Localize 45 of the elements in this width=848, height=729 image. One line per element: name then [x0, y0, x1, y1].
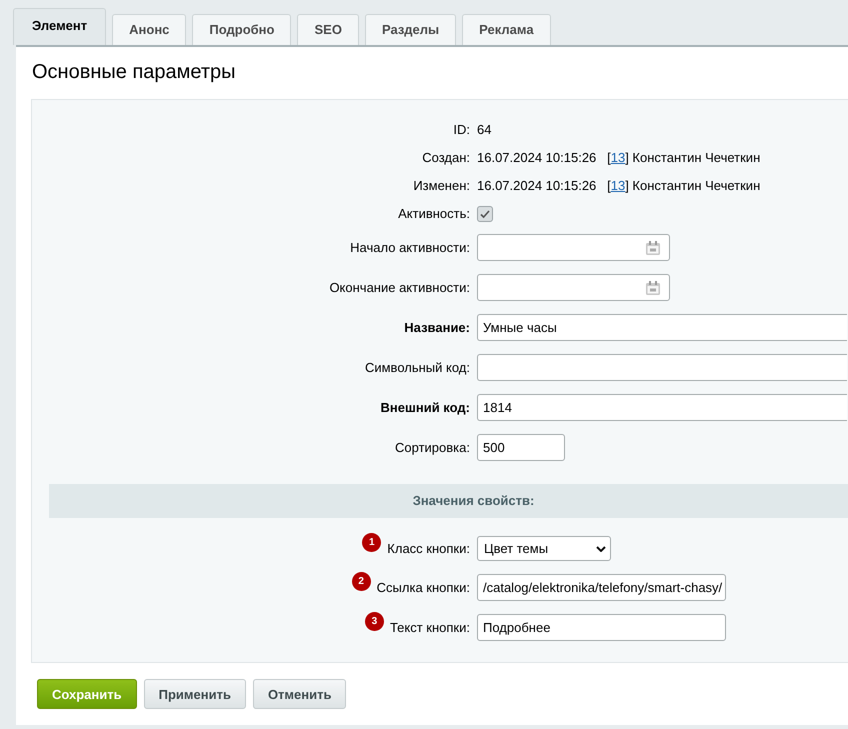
date-field[interactable] — [477, 274, 670, 301]
field-label: Ссылка кнопки: — [376, 580, 470, 595]
field-label: Создан: — [422, 150, 470, 165]
field-label: Класс кнопки: — [387, 541, 470, 556]
input-field[interactable]: /catalog/elektronika/telefony/smart-chasy/ — [477, 574, 726, 601]
user-link[interactable]: 13 — [610, 150, 626, 165]
field-label: Символьный код: — [364, 360, 470, 375]
calendar-icon[interactable] — [645, 240, 661, 256]
field-label: ID: — [453, 122, 470, 137]
number-badge: 3 — [364, 612, 384, 631]
tab[interactable]: Разделы — [364, 14, 456, 45]
field-label: Изменен: — [413, 178, 470, 193]
field-label: Внешний код: — [380, 400, 470, 415]
section-heading: Основные параметры — [31, 60, 237, 85]
checkbox[interactable] — [477, 206, 493, 222]
button[interactable]: Применить — [144, 679, 246, 709]
input-field[interactable] — [477, 354, 847, 381]
tab[interactable]: Анонс — [112, 14, 186, 45]
tab[interactable]: Элемент — [13, 8, 106, 45]
field-label: Сортировка: — [395, 440, 470, 455]
field-value: 16.07.2024 10:15:26 [13] Константин Чечеткин — [477, 150, 760, 165]
input-field[interactable]: 500 — [477, 434, 565, 461]
field-label: Текст кнопки: — [390, 620, 470, 635]
field-label: Название: — [404, 320, 470, 335]
field-label: Активность: — [398, 206, 470, 221]
input-field[interactable]: 1814 — [477, 394, 847, 421]
caret-icon — [596, 546, 606, 552]
input-field[interactable]: Умные часы — [477, 314, 847, 341]
tab[interactable]: Подробно — [192, 14, 292, 45]
field-label: Начало активности: — [350, 240, 470, 255]
checkmark-icon — [479, 208, 491, 220]
tab[interactable]: SEO — [297, 14, 359, 45]
field-label: Окончание активности: — [329, 280, 470, 295]
number-badge: 1 — [362, 533, 382, 552]
user-link[interactable]: 13 — [610, 178, 626, 193]
field-value: 64 — [477, 122, 492, 137]
dropdown[interactable]: Цвет темы — [477, 536, 611, 561]
date-field[interactable] — [477, 234, 670, 261]
section-header: Значения свойств: — [49, 484, 848, 518]
calendar-icon[interactable] — [645, 280, 661, 296]
input-field[interactable]: Подробнее — [477, 614, 726, 641]
field-value: 16.07.2024 10:15:26 [13] Константин Чечеткин — [477, 178, 760, 193]
tab[interactable]: Реклама — [462, 14, 551, 45]
button[interactable]: Отменить — [252, 679, 346, 709]
number-badge: 2 — [352, 572, 371, 591]
